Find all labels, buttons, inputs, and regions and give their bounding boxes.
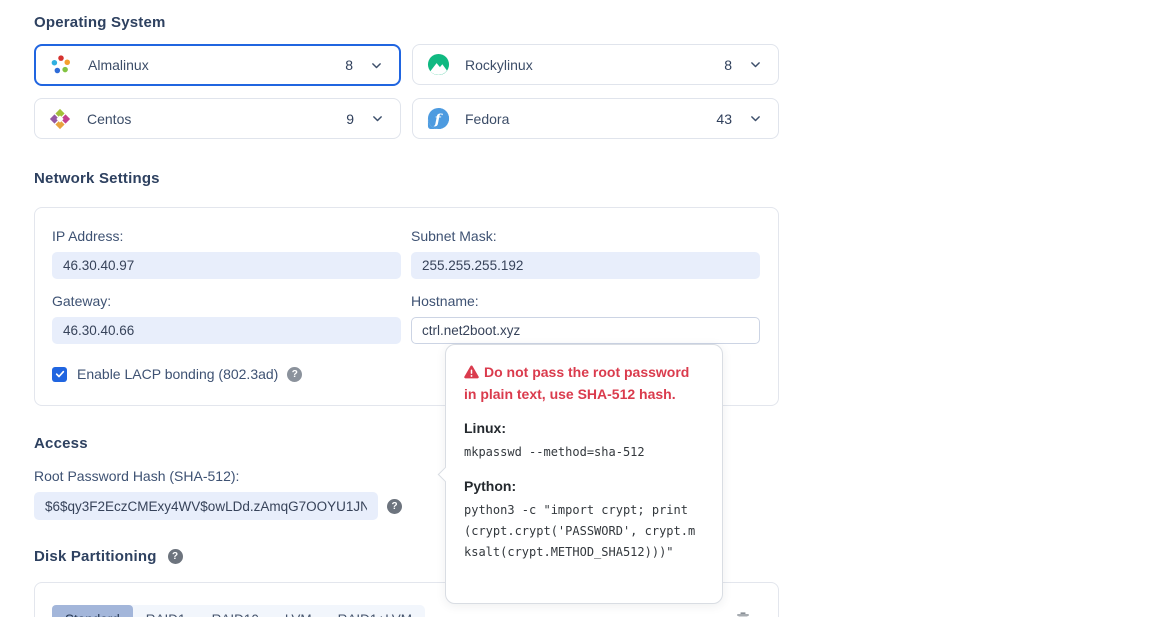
centos-logo-icon bbox=[48, 107, 72, 131]
tab-standard[interactable]: Standard bbox=[52, 605, 133, 617]
tooltip-python-command: python3 -c "import crypt; print(crypt.cr… bbox=[464, 500, 700, 563]
os-card-almalinux[interactable]: Almalinux 8 bbox=[34, 44, 401, 86]
root-password-hash-input[interactable] bbox=[34, 492, 378, 520]
chevron-down-icon[interactable] bbox=[749, 58, 762, 71]
chevron-down-icon[interactable] bbox=[371, 112, 384, 125]
gateway-field-group: Gateway: bbox=[52, 293, 401, 344]
os-card-fedora[interactable]: f Fedora 43 bbox=[412, 98, 779, 139]
os-name: Almalinux bbox=[88, 57, 149, 73]
hostname-field-group: Hostname: bbox=[411, 293, 760, 344]
os-version-value[interactable]: 8 bbox=[345, 57, 353, 73]
tooltip-linux-command: mkpasswd --method=sha-512 bbox=[464, 442, 700, 463]
os-version-value[interactable]: 9 bbox=[346, 111, 354, 127]
disk-help-icon[interactable]: ? bbox=[168, 549, 183, 564]
hash-help-icon[interactable]: ? bbox=[387, 499, 402, 514]
partition-scheme-tabbar: Standard RAID1 RAID10 LVM RAID1+LVM bbox=[52, 605, 425, 617]
hostname-label: Hostname: bbox=[411, 293, 760, 309]
subnet-mask-label: Subnet Mask: bbox=[411, 228, 760, 244]
fedora-logo-icon: f bbox=[426, 107, 450, 131]
tab-raid1[interactable]: RAID1 bbox=[133, 605, 199, 617]
ip-address-label: IP Address: bbox=[52, 228, 401, 244]
tooltip-linux-label: Linux: bbox=[464, 420, 704, 436]
almalinux-logo-icon bbox=[49, 53, 73, 77]
os-section-title: Operating System bbox=[34, 0, 779, 31]
os-version-value[interactable]: 43 bbox=[716, 111, 732, 127]
os-name: Rockylinux bbox=[465, 57, 533, 73]
tab-raid1-lvm[interactable]: RAID1+LVM bbox=[325, 605, 425, 617]
disk-section-title: Disk Partitioning bbox=[34, 548, 157, 565]
os-card-centos[interactable]: Centos 9 bbox=[34, 98, 401, 139]
chevron-down-icon[interactable] bbox=[749, 112, 762, 125]
os-name: Fedora bbox=[465, 111, 509, 127]
rockylinux-logo-icon bbox=[426, 53, 450, 77]
chevron-down-icon[interactable] bbox=[370, 59, 383, 72]
gateway-input[interactable] bbox=[52, 317, 401, 344]
tooltip-warning-text: Do not pass the root password in plain t… bbox=[464, 362, 704, 405]
subnet-mask-field-group: Subnet Mask: bbox=[411, 228, 760, 279]
os-card-rockylinux[interactable]: Rockylinux 8 bbox=[412, 44, 779, 85]
tooltip-python-label: Python: bbox=[464, 478, 704, 494]
tab-lvm[interactable]: LVM bbox=[272, 605, 325, 617]
os-version-value[interactable]: 8 bbox=[724, 57, 732, 73]
os-name: Centos bbox=[87, 111, 131, 127]
delete-partition-button[interactable] bbox=[733, 609, 753, 617]
password-hash-tooltip: Do not pass the root password in plain t… bbox=[445, 344, 723, 604]
lacp-bonding-checkbox[interactable] bbox=[52, 367, 67, 382]
warning-triangle-icon bbox=[464, 364, 479, 384]
lacp-help-icon[interactable]: ? bbox=[287, 367, 302, 382]
lacp-bonding-label: Enable LACP bonding (802.3ad) bbox=[77, 366, 278, 382]
tab-raid10[interactable]: RAID10 bbox=[199, 605, 272, 617]
network-section-title: Network Settings bbox=[34, 170, 779, 187]
ip-address-field-group: IP Address: bbox=[52, 228, 401, 279]
ip-address-input[interactable] bbox=[52, 252, 401, 279]
subnet-mask-input[interactable] bbox=[411, 252, 760, 279]
hostname-input[interactable] bbox=[411, 317, 760, 344]
gateway-label: Gateway: bbox=[52, 293, 401, 309]
os-card-grid: Almalinux 8 Rockylinux 8 bbox=[34, 44, 779, 139]
